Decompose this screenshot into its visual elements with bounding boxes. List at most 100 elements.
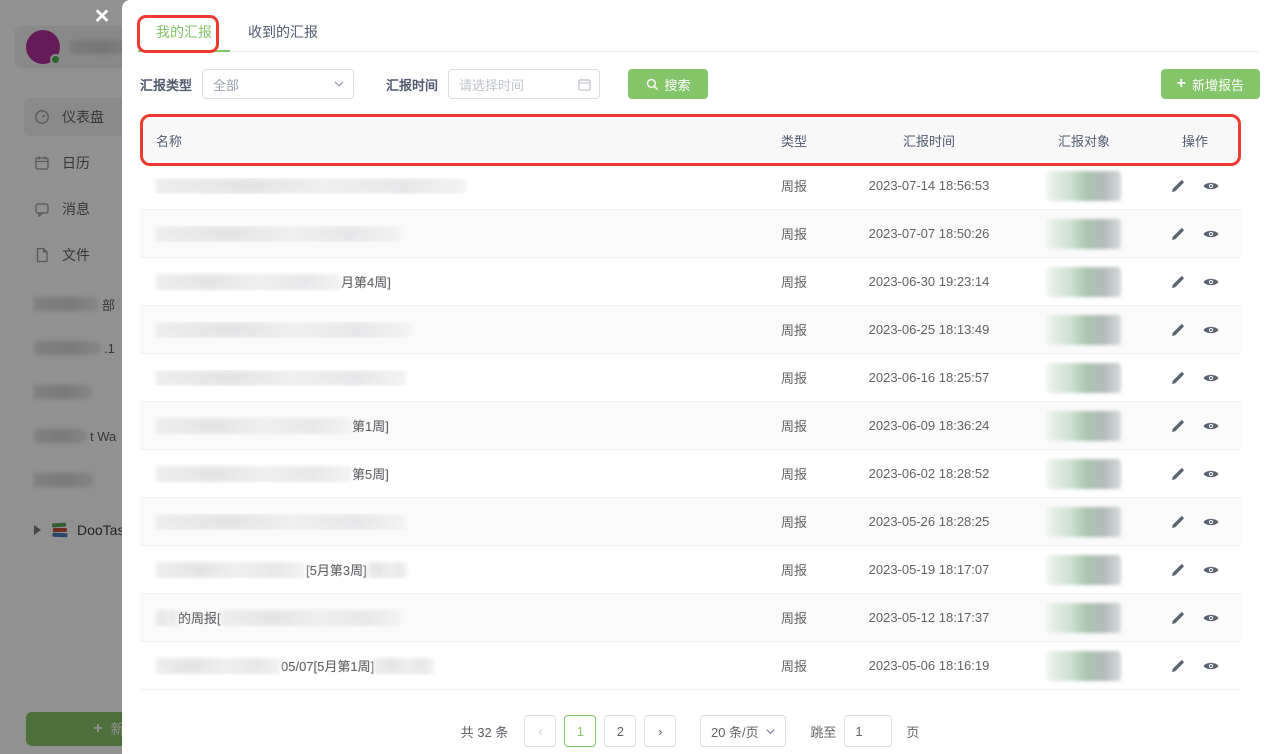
tab-received-reports[interactable]: 收到的汇报	[230, 16, 336, 52]
report-type-value: 全部	[213, 75, 239, 94]
edit-button[interactable]	[1170, 321, 1188, 339]
report-name-fragment: [5月第3周]	[306, 560, 367, 579]
redacted-name-blur	[156, 514, 406, 530]
report-type-cell: 周报	[749, 224, 839, 243]
report-modal: 我的汇报 收到的汇报 汇报类型 全部 汇报时间 请选择时间	[122, 0, 1280, 754]
view-button[interactable]	[1202, 225, 1220, 243]
page-size-select[interactable]: 20 条/页	[700, 715, 786, 747]
view-button[interactable]	[1202, 273, 1220, 291]
page-button-2[interactable]: 2	[604, 715, 636, 747]
avatar-group-redacted	[1047, 363, 1121, 393]
filter-bar: 汇报类型 全部 汇报时间 请选择时间 搜索	[140, 69, 1260, 99]
report-target-cell	[1019, 603, 1149, 633]
redacted-name-blur	[156, 370, 406, 386]
report-name-fragment: 第5周]	[352, 464, 389, 483]
page-button-1[interactable]: 1	[564, 715, 596, 747]
search-button[interactable]: 搜索	[628, 69, 708, 99]
report-actions-cell	[1149, 417, 1241, 435]
report-actions-cell	[1149, 657, 1241, 675]
redacted-name-blur	[156, 562, 306, 578]
report-name-cell: [5月第3周]	[140, 560, 749, 579]
report-time-cell: 2023-07-07 18:50:26	[839, 226, 1019, 241]
view-button[interactable]	[1202, 657, 1220, 675]
table-row: [5月第3周] 周报 2023-05-19 18:17:07	[140, 546, 1241, 594]
redacted-name-blur	[156, 658, 281, 674]
screen: 仪表盘 日历 消息 文件	[0, 0, 1280, 754]
add-report-button[interactable]: + 新增报告	[1161, 69, 1260, 99]
next-page-button[interactable]: ›	[644, 715, 676, 747]
edit-button[interactable]	[1170, 465, 1188, 483]
report-type-cell: 周报	[749, 416, 839, 435]
report-name-cell: 的周报[	[140, 608, 749, 627]
avatar-group-redacted	[1047, 219, 1121, 249]
report-time-cell: 2023-07-14 18:56:53	[839, 178, 1019, 193]
edit-button[interactable]	[1170, 369, 1188, 387]
view-button[interactable]	[1202, 561, 1220, 579]
view-button[interactable]	[1202, 321, 1220, 339]
report-time-cell: 2023-05-12 18:17:37	[839, 610, 1019, 625]
view-button[interactable]	[1202, 369, 1220, 387]
report-actions-cell	[1149, 561, 1241, 579]
report-type-cell: 周报	[749, 272, 839, 291]
search-label: 搜索	[665, 75, 691, 94]
report-type-select[interactable]: 全部	[202, 69, 354, 99]
avatar-group-redacted	[1047, 459, 1121, 489]
redacted-name-blur	[367, 562, 407, 578]
jump-to-input[interactable]	[844, 715, 892, 747]
tab-my-reports[interactable]: 我的汇报	[138, 16, 230, 52]
edit-button[interactable]	[1170, 225, 1188, 243]
view-button[interactable]	[1202, 609, 1220, 627]
report-time-cell: 2023-06-25 18:13:49	[839, 322, 1019, 337]
avatar-group-redacted	[1047, 507, 1121, 537]
table-row: 05/07[5月第1周] 周报 2023-05-06 18:16:19	[140, 642, 1241, 690]
edit-button[interactable]	[1170, 657, 1188, 675]
table-row: 周报 2023-07-14 18:56:53	[140, 162, 1241, 210]
report-time-cell: 2023-05-19 18:17:07	[839, 562, 1019, 577]
edit-button[interactable]	[1170, 513, 1188, 531]
calendar-icon	[578, 78, 591, 91]
report-name-cell: 05/07[5月第1周]	[140, 656, 749, 675]
redacted-name-blur	[156, 418, 352, 434]
pagination: 共 32 条 ‹ 1 2 › 20 条/页 跳至 页	[122, 715, 1258, 747]
report-time-input[interactable]: 请选择时间	[448, 69, 600, 99]
table-row: 第1周] 周报 2023-06-09 18:36:24	[140, 402, 1241, 450]
report-name-cell	[140, 514, 749, 530]
close-icon[interactable]: ×	[88, 2, 116, 30]
edit-button[interactable]	[1170, 177, 1188, 195]
report-actions-cell	[1149, 465, 1241, 483]
add-report-label: 新增报告	[1192, 75, 1244, 94]
view-button[interactable]	[1202, 513, 1220, 531]
report-name-fragment: 第1周]	[352, 416, 389, 435]
table-row: 周报 2023-06-16 18:25:57	[140, 354, 1241, 402]
report-time-cell: 2023-06-16 18:25:57	[839, 370, 1019, 385]
page-unit-label: 页	[906, 722, 919, 741]
report-target-cell	[1019, 315, 1149, 345]
table-row: 周报 2023-07-07 18:50:26	[140, 210, 1241, 258]
report-time-cell: 2023-06-02 18:28:52	[839, 466, 1019, 481]
redacted-name-blur	[156, 274, 341, 290]
prev-page-button[interactable]: ‹	[524, 715, 556, 747]
edit-button[interactable]	[1170, 609, 1188, 627]
report-actions-cell	[1149, 321, 1241, 339]
report-type-cell: 周报	[749, 320, 839, 339]
chevron-down-icon	[765, 726, 776, 737]
plus-icon: +	[1177, 76, 1186, 92]
report-type-cell: 周报	[749, 464, 839, 483]
report-time-cell: 2023-05-06 18:16:19	[839, 658, 1019, 673]
table-row: 的周报[ 周报 2023-05-12 18:17:37	[140, 594, 1241, 642]
view-button[interactable]	[1202, 177, 1220, 195]
table-row: 月第4周] 周报 2023-06-30 19:23:14	[140, 258, 1241, 306]
report-type-cell: 周报	[749, 560, 839, 579]
report-target-cell	[1019, 507, 1149, 537]
report-name-cell	[140, 226, 749, 242]
report-target-cell	[1019, 411, 1149, 441]
edit-button[interactable]	[1170, 417, 1188, 435]
edit-button[interactable]	[1170, 273, 1188, 291]
redacted-name-blur	[374, 658, 434, 674]
chevron-down-icon	[333, 78, 345, 90]
report-actions-cell	[1149, 273, 1241, 291]
edit-button[interactable]	[1170, 561, 1188, 579]
view-button[interactable]	[1202, 465, 1220, 483]
view-button[interactable]	[1202, 417, 1220, 435]
report-target-cell	[1019, 267, 1149, 297]
